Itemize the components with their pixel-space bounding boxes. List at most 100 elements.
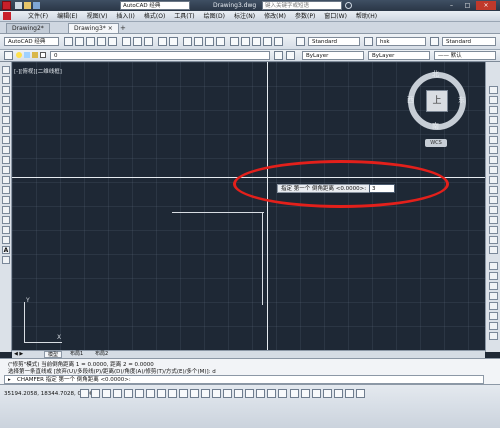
offset-icon[interactable] [489,116,498,124]
command-input[interactable]: ▸ CHAMFER 指定 第一个 倒角距离 <0.0000>: [4,375,484,384]
snap-endpoint-icon[interactable] [489,262,498,270]
menu-insert[interactable]: 插入(I) [116,11,134,22]
open-file-icon[interactable] [24,2,31,9]
layout-nav-arrows[interactable]: ◀ ▶ [14,351,38,358]
menu-app-icon[interactable] [3,12,11,20]
region-icon[interactable] [2,226,10,234]
print-icon[interactable] [97,37,106,46]
save-icon[interactable] [33,2,40,9]
menu-edit[interactable]: 编辑(E) [57,11,77,22]
menu-window[interactable]: 窗口(W) [324,11,347,22]
join-icon[interactable] [489,216,498,224]
calculator-icon[interactable] [263,37,272,46]
multiline-text-icon[interactable]: A [2,246,10,254]
line-icon[interactable] [2,66,10,74]
workspace-switching-icon[interactable] [323,389,332,398]
snap-midpoint-icon[interactable] [489,272,498,280]
fillet-icon[interactable] [489,236,498,244]
selection-cycling-toggle[interactable] [201,389,210,398]
text-style-select[interactable]: Standard [308,37,360,46]
pan-status-icon[interactable] [245,389,254,398]
revision-cloud-icon[interactable] [2,136,10,144]
trim-icon[interactable] [489,176,498,184]
open-icon[interactable] [75,37,84,46]
menu-view[interactable]: 视图(V) [87,11,108,22]
spline-icon[interactable] [2,146,10,154]
polyline-icon[interactable] [2,86,10,94]
steering-wheel-icon[interactable] [267,389,276,398]
viewcube-top-face[interactable]: 上 [426,90,448,112]
extend-icon[interactable] [489,186,498,194]
ellipse-arc-icon[interactable] [2,166,10,174]
close-tab-icon[interactable]: × [108,25,113,32]
viewcube-west[interactable]: 西 [407,95,414,105]
layer-on-icon[interactable] [16,52,22,58]
viewcube-north[interactable]: 北 [432,69,439,79]
gradient-icon[interactable] [2,216,10,224]
new-icon[interactable] [64,37,73,46]
snap-tangent-icon[interactable] [489,312,498,320]
lock-ui-icon[interactable] [334,389,343,398]
new-tab-icon[interactable]: + [120,24,128,32]
layer-lock-icon[interactable] [32,52,38,58]
snap-perpendicular-icon[interactable] [489,322,498,330]
color-select[interactable]: ByLayer [302,51,364,60]
layer-select[interactable]: 0 [50,51,270,60]
ducs-toggle[interactable] [146,389,155,398]
new-file-icon[interactable] [15,2,22,9]
polygon-icon[interactable] [2,96,10,104]
snap-intersection-icon[interactable] [489,282,498,290]
showmotion-icon[interactable] [278,389,287,398]
snap-center-icon[interactable] [489,292,498,300]
app-logo-icon[interactable] [2,1,11,10]
search-input[interactable]: 键入关键字或短语 [262,1,342,10]
lineweight-toggle[interactable] [168,389,177,398]
design-center-icon[interactable] [241,37,250,46]
viewcube-south[interactable]: 南 [432,121,439,131]
circle-icon[interactable] [2,126,10,134]
help-icon[interactable] [274,37,283,46]
lineweight-select[interactable]: —— 默认 [434,51,496,60]
arc-icon[interactable] [2,116,10,124]
tab-model[interactable]: 模型 [44,351,63,358]
copy-icon[interactable] [133,37,142,46]
stretch-icon[interactable] [489,166,498,174]
array-icon[interactable] [489,126,498,134]
viewport-controls-label[interactable]: [-][俯视][二维线框] [14,67,62,75]
insert-block-icon[interactable] [2,176,10,184]
table-style-select[interactable]: Standard [442,37,496,46]
minimize-button[interactable]: – [444,1,459,10]
ellipse-icon[interactable] [2,156,10,164]
snap-quadrant-icon[interactable] [489,302,498,310]
erase-icon[interactable] [489,86,498,94]
menu-modify[interactable]: 修改(M) [264,11,286,22]
menu-dimension[interactable]: 标注(N) [234,11,255,22]
snap-nearest-icon[interactable] [489,332,498,340]
rotate-icon[interactable] [489,146,498,154]
clean-screen-icon[interactable] [356,389,365,398]
menu-file[interactable]: 文件(F) [28,11,48,22]
menu-format[interactable]: 格式(O) [144,11,165,22]
drawn-line-horizontal[interactable] [172,212,264,213]
explode-icon[interactable] [489,246,498,254]
table-icon[interactable] [2,236,10,244]
add-selected-icon[interactable] [2,256,10,264]
drawn-line-vertical[interactable] [262,213,263,305]
cut-icon[interactable] [122,37,131,46]
break-icon[interactable] [489,206,498,214]
zoom-previous-icon[interactable] [216,37,225,46]
viewcube-east[interactable]: 东 [458,95,465,105]
otrack-toggle[interactable] [135,389,144,398]
tab-drawing3[interactable]: Drawing3* × [68,23,119,33]
construction-line-icon[interactable] [2,76,10,84]
drawing-canvas[interactable]: [-][俯视][二维线框] 上 北 南 东 西 WCS 指定 第一个 倒角距离 … [12,62,485,350]
osnap-toggle[interactable] [124,389,133,398]
scale-icon[interactable] [489,156,498,164]
menu-help[interactable]: 帮助(H) [356,11,377,22]
tab-layout1[interactable]: 布局1 [67,351,86,358]
snap-mode-toggle[interactable] [80,389,89,398]
polar-toggle[interactable] [113,389,122,398]
move-icon[interactable] [489,136,498,144]
close-button[interactable]: × [476,1,496,10]
dim-style-select[interactable]: hsk [376,37,426,46]
